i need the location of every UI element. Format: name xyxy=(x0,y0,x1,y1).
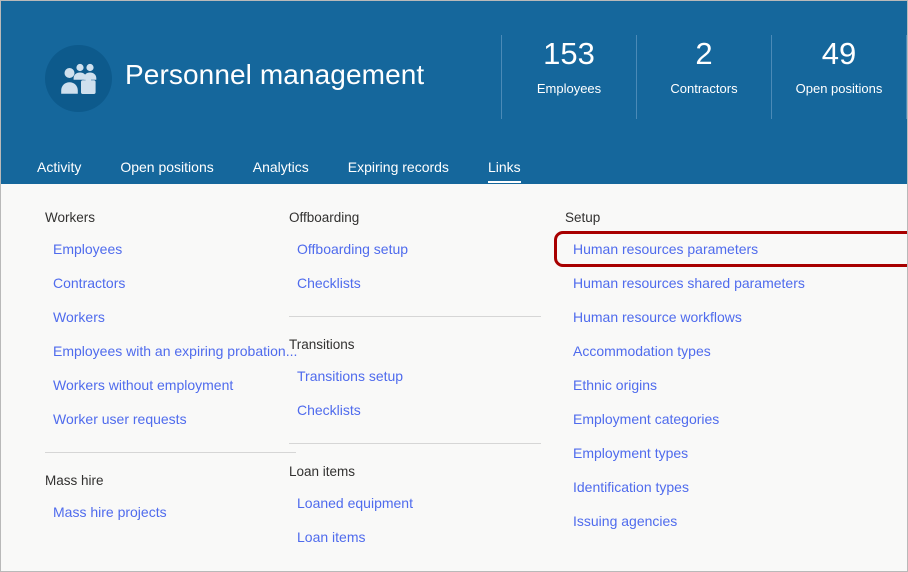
link-wrapper: Loaned equipment xyxy=(289,486,565,520)
link-wrapper: Workers xyxy=(45,300,289,334)
link-wrapper: Human resource workflows xyxy=(565,300,907,334)
link-item[interactable]: Transitions setup xyxy=(289,359,565,393)
tab-activity[interactable]: Activity xyxy=(37,159,81,184)
link-group-title: Mass hire xyxy=(45,473,104,488)
link-wrapper: Employment types xyxy=(565,436,907,470)
workspace-avatar xyxy=(45,45,112,112)
link-wrapper: Checklists xyxy=(289,266,565,300)
link-wrapper: Contractors xyxy=(45,266,289,300)
link-item[interactable]: Human resources shared parameters xyxy=(565,266,907,300)
link-group-title: Loan items xyxy=(289,464,356,479)
tab-analytics[interactable]: Analytics xyxy=(253,159,309,184)
link-item[interactable]: Mass hire projects xyxy=(45,495,289,529)
metric-label: Contractors xyxy=(670,81,738,96)
link-wrapper: Human resources shared parameters xyxy=(565,266,907,300)
link-item[interactable]: Contractors xyxy=(45,266,289,300)
link-item[interactable]: Human resources parameters xyxy=(565,232,907,266)
link-item[interactable]: Human resource workflows xyxy=(565,300,907,334)
link-wrapper: Identification types xyxy=(565,470,907,504)
link-item[interactable]: Accommodation types xyxy=(565,334,907,368)
group-divider xyxy=(289,316,541,317)
link-item[interactable]: Checklists xyxy=(289,393,565,427)
link-item[interactable]: Identification types xyxy=(565,470,907,504)
link-wrapper: Mass hire projects xyxy=(45,495,289,529)
link-group: Loan items Loaned equipment Loan items xyxy=(289,462,565,554)
link-item[interactable]: Workers without employment xyxy=(45,368,289,402)
link-group: Setup Human resources parameters Human res… xyxy=(554,208,907,538)
links-column-0: Workers Employees Contractors Workers Employ… xyxy=(1,208,297,571)
link-wrapper: Loan items xyxy=(289,520,565,554)
link-wrapper: Ethnic origins xyxy=(565,368,907,402)
link-group: Mass hire Mass hire projects xyxy=(45,471,289,529)
metric-label: Employees xyxy=(536,81,602,96)
links-column-2: Setup Human resources parameters Human res… xyxy=(554,208,907,571)
link-item[interactable]: Ethnic origins xyxy=(565,368,907,402)
tab-links[interactable]: Links xyxy=(487,159,521,184)
metric-employees[interactable]: 153 Employees xyxy=(501,35,637,119)
link-wrapper: Accommodation types xyxy=(565,334,907,368)
link-wrapper: Workers without employment xyxy=(45,368,289,402)
link-item[interactable]: Employment categories xyxy=(565,402,907,436)
link-wrapper: Employees xyxy=(45,232,289,266)
header-hero: Personnel management 153 Employees 2 Con… xyxy=(1,1,907,147)
workspace-header: Personnel management 153 Employees 2 Con… xyxy=(1,1,907,184)
links-column-1: Offboarding Offboarding setup Checklists Tr… xyxy=(289,208,565,571)
link-item[interactable]: Offboarding setup xyxy=(289,232,565,266)
link-item[interactable]: Employment types xyxy=(565,436,907,470)
link-item[interactable]: Employees xyxy=(45,232,289,266)
link-group: Workers Employees Contractors Workers Employ… xyxy=(45,208,297,436)
link-item[interactable]: Issuing agencies xyxy=(565,504,907,538)
link-wrapper: Worker user requests xyxy=(45,402,289,436)
metric-label: Open positions xyxy=(795,81,883,96)
link-group-title: Workers xyxy=(45,210,96,225)
highlighted-link-wrapper: Human resources parameters xyxy=(554,231,907,267)
group-divider xyxy=(289,443,541,444)
link-wrapper: Employment categories xyxy=(565,402,907,436)
link-item[interactable]: Checklists xyxy=(289,266,565,300)
link-group-title: Offboarding xyxy=(289,210,360,225)
header-metrics: 153 Employees 2 Contractors 49 Open posi… xyxy=(501,35,907,119)
link-wrapper: Issuing agencies xyxy=(565,504,907,538)
link-wrapper: Offboarding setup xyxy=(289,232,565,266)
link-item[interactable]: Workers xyxy=(45,300,289,334)
link-group: Offboarding Offboarding setup Checklists xyxy=(289,208,565,300)
link-group-title: Setup xyxy=(565,210,601,225)
metric-contractors[interactable]: 2 Contractors xyxy=(637,35,772,119)
link-group: Transitions Transitions setup Checklists xyxy=(289,335,565,427)
tab-expiring-records[interactable]: Expiring records xyxy=(348,159,449,184)
link-wrapper: Transitions setup xyxy=(289,359,565,393)
workspace-tabs: Activity Open positions Analytics Expiri… xyxy=(37,147,521,184)
link-item[interactable]: Employees with an expiring probation... xyxy=(45,334,297,368)
link-group-title: Transitions xyxy=(289,337,355,352)
metric-value: 49 xyxy=(821,36,857,71)
link-wrapper: Checklists xyxy=(289,393,565,427)
people-briefcase-icon xyxy=(60,62,98,96)
metric-value: 153 xyxy=(543,36,595,71)
page-title: Personnel management xyxy=(125,59,425,90)
links-panel: Workers Employees Contractors Workers Employ… xyxy=(1,184,907,571)
link-item[interactable]: Loan items xyxy=(289,520,565,554)
metric-value: 2 xyxy=(695,36,713,71)
link-item[interactable]: Worker user requests xyxy=(45,402,289,436)
group-divider xyxy=(45,452,296,453)
personnel-management-workspace: Personnel management 153 Employees 2 Con… xyxy=(0,0,908,572)
link-item[interactable]: Loaned equipment xyxy=(289,486,565,520)
link-wrapper: Employees with an expiring probation... xyxy=(45,334,297,368)
metric-open-positions[interactable]: 49 Open positions xyxy=(772,35,907,119)
tab-open-positions[interactable]: Open positions xyxy=(120,159,213,184)
